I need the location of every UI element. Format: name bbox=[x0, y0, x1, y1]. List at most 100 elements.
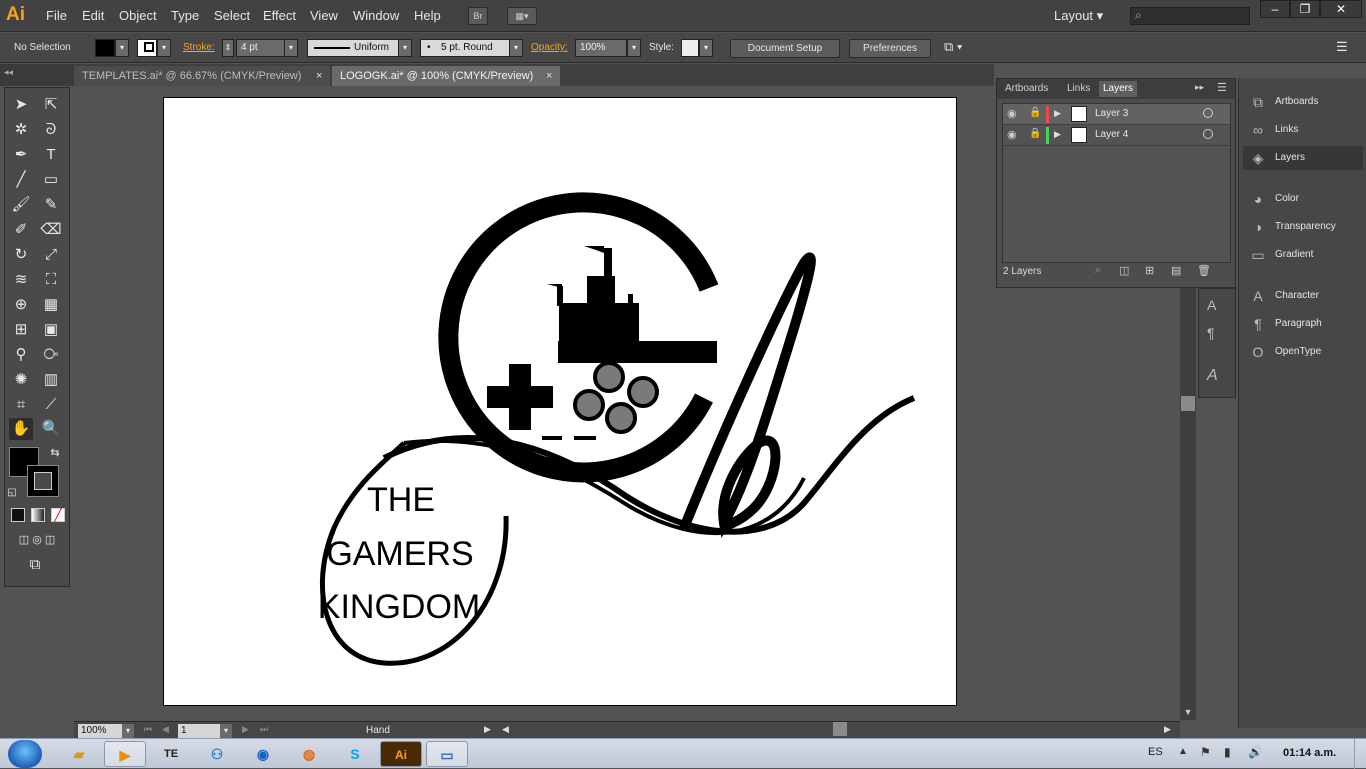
character-styles-icon[interactable]: A bbox=[1207, 297, 1216, 313]
explorer-icon[interactable]: ▰ bbox=[58, 741, 100, 767]
line-tool-icon[interactable]: ╱ bbox=[9, 169, 33, 191]
shape-builder-tool-icon[interactable]: ⊕ bbox=[9, 294, 33, 316]
media-player-icon[interactable]: ▶ bbox=[104, 741, 146, 767]
rectangle-tool-icon[interactable]: ▭ bbox=[39, 169, 63, 191]
search-input[interactable]: ⌕ bbox=[1130, 7, 1250, 25]
volume-icon[interactable]: 🔊 bbox=[1248, 745, 1263, 759]
document-setup-button[interactable]: Document Setup bbox=[730, 39, 840, 58]
menu-select[interactable]: Select bbox=[214, 8, 250, 23]
lock-icon[interactable]: 🔒 bbox=[1029, 107, 1041, 118]
pencil-tool-icon[interactable]: ✎ bbox=[39, 194, 63, 216]
minimize-button[interactable]: – bbox=[1260, 0, 1290, 18]
dock-color[interactable]: ◕ Color bbox=[1243, 187, 1363, 211]
scroll-down-icon[interactable]: ▼ bbox=[1180, 705, 1196, 720]
stroke-weight-field[interactable]: 4 pt bbox=[236, 39, 286, 57]
direct-selection-tool-icon[interactable]: ⇱ bbox=[39, 94, 63, 116]
stroke-color-box[interactable] bbox=[27, 465, 59, 497]
clipping-mask-icon[interactable]: ◫ bbox=[1119, 264, 1129, 277]
zoom-dropdown[interactable]: ▾ bbox=[122, 724, 134, 738]
stroke-color-dropdown[interactable]: ▾ bbox=[157, 39, 171, 57]
stroke-swatch[interactable] bbox=[137, 39, 157, 57]
eye-icon[interactable]: ◉ bbox=[1007, 128, 1017, 141]
network-icon[interactable]: ⚇ bbox=[196, 741, 238, 767]
menu-edit[interactable]: Edit bbox=[82, 8, 104, 23]
new-sublayer-icon[interactable]: ⊞ bbox=[1145, 264, 1154, 277]
draw-mode-icon[interactable]: ◫ ◎ ◫ bbox=[9, 529, 65, 551]
swap-colors-icon[interactable]: ⇆ bbox=[43, 442, 67, 464]
selection-tool-icon[interactable]: ➤ bbox=[9, 94, 33, 116]
opacity-field[interactable]: 100% bbox=[575, 39, 627, 57]
prev-artboard-icon[interactable]: ◀ bbox=[162, 724, 169, 735]
dock-character[interactable]: A Character bbox=[1243, 284, 1363, 308]
tab-artboards[interactable]: Artboards bbox=[1001, 81, 1052, 97]
arrange-icon[interactable]: ⧉ ▾ bbox=[944, 39, 962, 55]
eye-icon[interactable]: ◉ bbox=[1007, 107, 1017, 120]
lock-icon[interactable]: 🔒 bbox=[1029, 128, 1041, 139]
opacity-label[interactable]: Opacity: bbox=[531, 42, 568, 53]
free-transform-tool-icon[interactable]: ⛶ bbox=[39, 269, 63, 291]
tab-layers[interactable]: Layers bbox=[1099, 81, 1138, 97]
scale-tool-icon[interactable]: ⤢ bbox=[39, 244, 63, 266]
menu-type[interactable]: Type bbox=[171, 8, 199, 23]
stroke-weight-stepper[interactable]: ⇕ bbox=[222, 39, 234, 57]
zoom-tool-icon[interactable]: 🔍 bbox=[39, 418, 63, 440]
layer-row[interactable]: ◉ 🔒 ▶ Layer 3 bbox=[1003, 104, 1230, 125]
firefox-icon[interactable]: ◍ bbox=[288, 741, 330, 767]
show-desktop-button[interactable] bbox=[1354, 739, 1366, 769]
close-icon[interactable]: × bbox=[546, 66, 552, 86]
messenger-icon[interactable]: ◉ bbox=[242, 741, 284, 767]
rotate-tool-icon[interactable]: ↻ bbox=[9, 244, 33, 266]
layer-row[interactable]: ◉ 🔒 ▶ Layer 4 bbox=[1003, 125, 1230, 146]
vertical-scroll-thumb[interactable] bbox=[1181, 396, 1195, 411]
column-graph-tool-icon[interactable]: ▥ bbox=[39, 369, 63, 391]
blob-brush-tool-icon[interactable]: ✐ bbox=[9, 219, 33, 241]
artboard-tool-icon[interactable]: ⌗ bbox=[9, 394, 33, 416]
panel-expand-icon[interactable]: ▸▸ bbox=[1195, 82, 1204, 93]
layer-name[interactable]: Layer 4 bbox=[1095, 129, 1128, 140]
paintbrush-tool-icon[interactable]: 🖌 bbox=[9, 194, 33, 216]
gk-logo-artwork[interactable]: THE GAMERS KINGDOM bbox=[164, 98, 958, 707]
glyphs-icon[interactable]: A bbox=[1207, 367, 1218, 385]
tray-arrow-icon[interactable]: ▲ bbox=[1178, 746, 1188, 757]
fill-swatch[interactable] bbox=[95, 39, 115, 57]
target-icon[interactable] bbox=[1203, 129, 1213, 139]
status-menu-icon[interactable]: ▶ bbox=[484, 724, 491, 735]
dock-paragraph[interactable]: ¶ Paragraph bbox=[1243, 312, 1363, 336]
tab-templates[interactable]: TEMPLATES.ai* @ 66.67% (CMYK/Preview) × bbox=[74, 66, 330, 86]
taskbar-app-te[interactable]: TE bbox=[150, 741, 192, 767]
gradient-tool-icon[interactable]: ▣ bbox=[39, 319, 63, 341]
brush-select[interactable]: • 5 pt. Round bbox=[420, 39, 510, 57]
opacity-dropdown[interactable]: ▾ bbox=[627, 39, 641, 57]
taskbar-app-illustrator[interactable]: Ai bbox=[380, 741, 422, 767]
menu-object[interactable]: Object bbox=[119, 8, 157, 23]
stroke-profile-dropdown[interactable]: ▾ bbox=[398, 39, 412, 57]
lasso-tool-icon[interactable]: ᘐ bbox=[39, 119, 63, 141]
fill-dropdown[interactable]: ▾ bbox=[115, 39, 129, 57]
type-tool-icon[interactable]: T bbox=[39, 144, 63, 166]
dock-opentype[interactable]: O OpenType bbox=[1243, 340, 1363, 364]
remote-desktop-icon[interactable]: ▭ bbox=[426, 741, 468, 767]
warp-tool-icon[interactable]: ≋ bbox=[9, 269, 33, 291]
bridge-button[interactable]: Br bbox=[468, 7, 488, 25]
screen-mode-icon[interactable]: ⧉ bbox=[23, 554, 47, 576]
menu-help[interactable]: Help bbox=[414, 8, 441, 23]
start-button[interactable] bbox=[8, 740, 42, 768]
gradient-mode-icon[interactable] bbox=[31, 508, 45, 522]
artboard[interactable]: THE GAMERS KINGDOM bbox=[163, 97, 957, 706]
dock-layers[interactable]: ◈ Layers bbox=[1243, 146, 1363, 170]
menu-view[interactable]: View bbox=[310, 8, 338, 23]
locate-object-icon[interactable]: ⌕ bbox=[1095, 264, 1101, 277]
close-icon[interactable]: × bbox=[316, 66, 322, 86]
target-icon[interactable] bbox=[1203, 108, 1213, 118]
dock-links[interactable]: ∞ Links bbox=[1243, 118, 1363, 142]
hand-tool-icon[interactable]: ✋ bbox=[9, 418, 33, 440]
arrange-documents-button[interactable]: ▦▾ bbox=[507, 7, 537, 25]
style-dropdown[interactable]: ▾ bbox=[699, 39, 713, 57]
panel-menu-icon[interactable]: ☰ bbox=[1217, 81, 1227, 94]
expand-arrow-icon[interactable]: ▶ bbox=[1054, 108, 1061, 119]
magic-wand-tool-icon[interactable]: ✲ bbox=[9, 119, 33, 141]
signal-icon[interactable]: ▮ bbox=[1224, 745, 1231, 759]
first-artboard-icon[interactable]: ⏮ bbox=[144, 724, 152, 735]
stroke-label[interactable]: Stroke: bbox=[183, 42, 215, 53]
close-button[interactable]: ✕ bbox=[1320, 0, 1362, 18]
